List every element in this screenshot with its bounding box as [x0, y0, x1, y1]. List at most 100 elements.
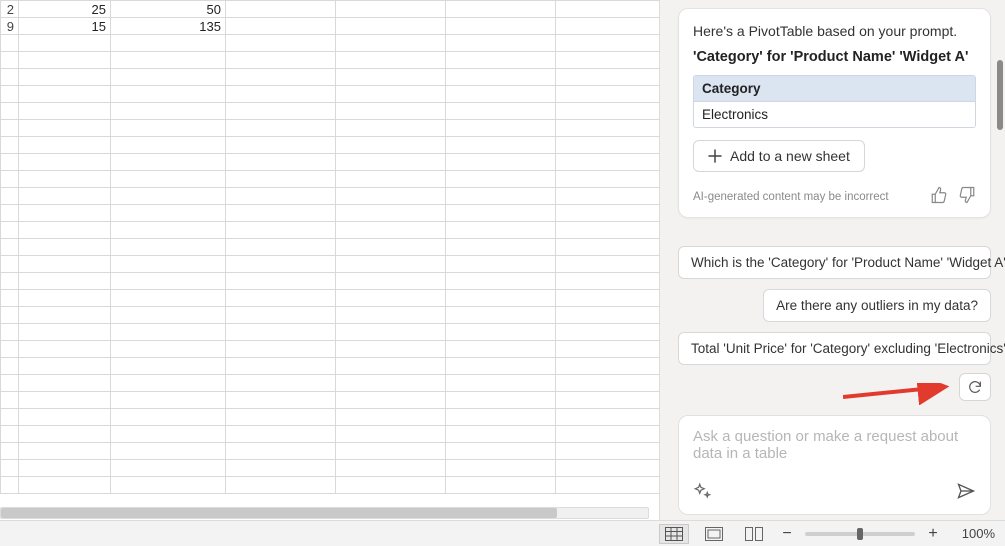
cell[interactable] — [111, 375, 226, 392]
cell[interactable] — [446, 341, 556, 358]
grid-row[interactable] — [1, 137, 661, 154]
cell[interactable] — [111, 392, 226, 409]
send-icon[interactable] — [956, 481, 976, 504]
grid-row[interactable] — [1, 290, 661, 307]
cell[interactable] — [111, 307, 226, 324]
cell[interactable]: 50 — [111, 1, 226, 18]
cell[interactable] — [556, 239, 661, 256]
cell[interactable] — [446, 86, 556, 103]
grid-row[interactable] — [1, 120, 661, 137]
cell[interactable] — [446, 239, 556, 256]
cell[interactable] — [556, 171, 661, 188]
row-header[interactable] — [1, 358, 19, 375]
cell[interactable] — [336, 86, 446, 103]
vertical-scrollbar[interactable] — [649, 0, 659, 506]
cell[interactable] — [19, 341, 111, 358]
cell[interactable] — [19, 375, 111, 392]
cell[interactable] — [226, 460, 336, 477]
spreadsheet-grid[interactable]: 22550915135 — [0, 0, 661, 494]
cell[interactable] — [556, 477, 661, 494]
cell[interactable] — [226, 256, 336, 273]
cell[interactable] — [336, 426, 446, 443]
cell[interactable] — [336, 290, 446, 307]
cell[interactable] — [19, 222, 111, 239]
cell[interactable] — [336, 256, 446, 273]
cell[interactable] — [336, 324, 446, 341]
cell[interactable] — [336, 460, 446, 477]
cell[interactable] — [556, 205, 661, 222]
cell[interactable] — [446, 1, 556, 18]
cell[interactable] — [226, 120, 336, 137]
cell[interactable] — [111, 137, 226, 154]
cell[interactable] — [556, 375, 661, 392]
cell[interactable] — [226, 188, 336, 205]
row-header[interactable] — [1, 188, 19, 205]
cell[interactable] — [19, 358, 111, 375]
row-header[interactable] — [1, 460, 19, 477]
cell[interactable] — [226, 392, 336, 409]
cell[interactable] — [446, 222, 556, 239]
cell[interactable] — [226, 239, 336, 256]
cell[interactable] — [336, 1, 446, 18]
grid-row[interactable]: 22550 — [1, 1, 661, 18]
cell[interactable] — [226, 324, 336, 341]
grid-row[interactable] — [1, 154, 661, 171]
cell[interactable] — [446, 137, 556, 154]
cell[interactable] — [336, 307, 446, 324]
cell[interactable] — [19, 120, 111, 137]
grid-row[interactable] — [1, 52, 661, 69]
spreadsheet-area[interactable]: 22550915135 — [0, 0, 660, 520]
grid-row[interactable] — [1, 103, 661, 120]
cell[interactable] — [336, 188, 446, 205]
grid-row[interactable] — [1, 392, 661, 409]
suggestion-chip[interactable]: Total 'Unit Price' for 'Category' exclud… — [678, 332, 991, 365]
cell[interactable] — [111, 69, 226, 86]
grid-row[interactable] — [1, 460, 661, 477]
cell[interactable] — [111, 188, 226, 205]
cell[interactable] — [226, 443, 336, 460]
cell[interactable] — [226, 103, 336, 120]
cell[interactable] — [226, 290, 336, 307]
cell[interactable] — [226, 273, 336, 290]
cell[interactable] — [111, 460, 226, 477]
cell[interactable] — [111, 222, 226, 239]
cell[interactable] — [446, 171, 556, 188]
cell[interactable] — [226, 409, 336, 426]
cell[interactable] — [556, 188, 661, 205]
cell[interactable]: 15 — [19, 18, 111, 35]
cell[interactable] — [226, 341, 336, 358]
cell[interactable] — [336, 443, 446, 460]
grid-row[interactable] — [1, 188, 661, 205]
zoom-out-button[interactable]: − — [779, 525, 795, 543]
cell[interactable] — [226, 1, 336, 18]
cell[interactable] — [446, 154, 556, 171]
cell[interactable] — [336, 477, 446, 494]
cell[interactable] — [556, 222, 661, 239]
cell[interactable] — [19, 409, 111, 426]
cell[interactable] — [336, 69, 446, 86]
cell[interactable] — [446, 477, 556, 494]
grid-row[interactable] — [1, 35, 661, 52]
cell[interactable] — [19, 273, 111, 290]
cell[interactable] — [336, 52, 446, 69]
row-header[interactable] — [1, 324, 19, 341]
cell[interactable] — [556, 52, 661, 69]
grid-row[interactable] — [1, 273, 661, 290]
row-header[interactable] — [1, 443, 19, 460]
cell[interactable] — [446, 273, 556, 290]
panel-scrollbar[interactable] — [995, 0, 1003, 520]
cell[interactable] — [111, 426, 226, 443]
grid-row[interactable] — [1, 307, 661, 324]
cell[interactable] — [111, 273, 226, 290]
cell[interactable] — [111, 154, 226, 171]
cell[interactable] — [19, 392, 111, 409]
view-normal-button[interactable] — [659, 524, 689, 544]
cell[interactable] — [111, 256, 226, 273]
cell[interactable] — [111, 341, 226, 358]
cell[interactable] — [446, 375, 556, 392]
cell[interactable] — [446, 69, 556, 86]
row-header[interactable] — [1, 409, 19, 426]
cell[interactable] — [336, 239, 446, 256]
cell[interactable] — [111, 358, 226, 375]
grid-row[interactable] — [1, 375, 661, 392]
